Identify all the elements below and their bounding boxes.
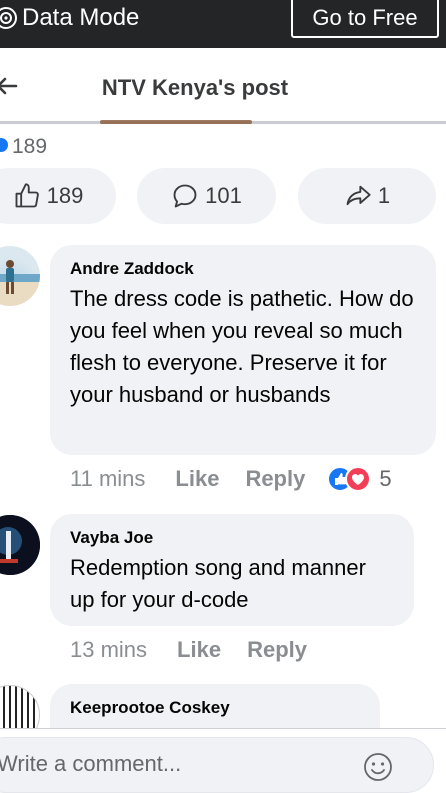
- love-reaction-icon: [345, 466, 372, 492]
- comment-meta: 13 mins Like Reply: [70, 637, 333, 663]
- thumbs-up-icon: [15, 183, 39, 208]
- comment-composer: Write a comment...: [0, 728, 446, 793]
- comment-reactions[interactable]: 5: [327, 466, 392, 492]
- share-button[interactable]: 1: [298, 168, 436, 224]
- data-mode-banner: Data Mode Go to Free: [0, 0, 446, 48]
- comment-bubble[interactable]: Andre Zaddock The dress code is pathetic…: [50, 245, 436, 455]
- page-title-text: NTV Kenya's post: [101, 75, 289, 100]
- like-reaction-icon: [0, 138, 8, 152]
- post-header: NTV Kenya's post: [0, 48, 446, 124]
- comment-time: 11 mins: [70, 466, 146, 491]
- comment-like-button[interactable]: Like: [175, 466, 219, 492]
- comment-time: 13 mins: [70, 637, 148, 662]
- comment-text: Redemption song and manner up for your d…: [70, 555, 366, 612]
- comment-input-placeholder: Write a comment...: [0, 751, 182, 776]
- comment-reply-button[interactable]: Reply: [247, 637, 307, 663]
- reaction-summary-count: 189: [12, 135, 48, 158]
- share-count: 1: [377, 183, 391, 208]
- avatar-photo: [0, 515, 40, 575]
- avatar-photo: [0, 260, 40, 306]
- comment-meta: 11 mins Like Reply 5: [70, 466, 392, 492]
- go-to-free-button[interactable]: Go to Free: [291, 0, 439, 38]
- like-button[interactable]: 189: [0, 168, 116, 224]
- comment-author[interactable]: Keeprootoe Coskey: [70, 696, 360, 720]
- comment-icon: [173, 184, 197, 208]
- share-icon: [346, 185, 371, 206]
- comment-reply-button[interactable]: Reply: [245, 466, 305, 492]
- like-count: 189: [46, 183, 84, 208]
- data-mode-label: Data Mode: [22, 4, 140, 31]
- emoji-icon[interactable]: [363, 752, 393, 782]
- comment-input[interactable]: Write a comment...: [0, 737, 434, 793]
- avatar[interactable]: [0, 515, 40, 575]
- comment-text: The dress code is pathetic. How do you f…: [70, 286, 414, 407]
- data-mode-icon: [0, 7, 17, 29]
- page-title: NTV Kenya's post: [0, 75, 390, 101]
- comment-count: 101: [205, 183, 242, 208]
- comment-author[interactable]: Vayba Joe: [70, 526, 394, 550]
- post-image-edge: [100, 120, 252, 124]
- comment-author[interactable]: Andre Zaddock: [70, 257, 416, 281]
- avatar[interactable]: [0, 246, 40, 306]
- comment-reaction-count: 5: [379, 466, 392, 491]
- comment-bubble[interactable]: Vayba Joe Redemption song and manner up …: [50, 514, 414, 626]
- comment-button[interactable]: 101: [137, 168, 276, 224]
- comment-like-button[interactable]: Like: [177, 637, 221, 663]
